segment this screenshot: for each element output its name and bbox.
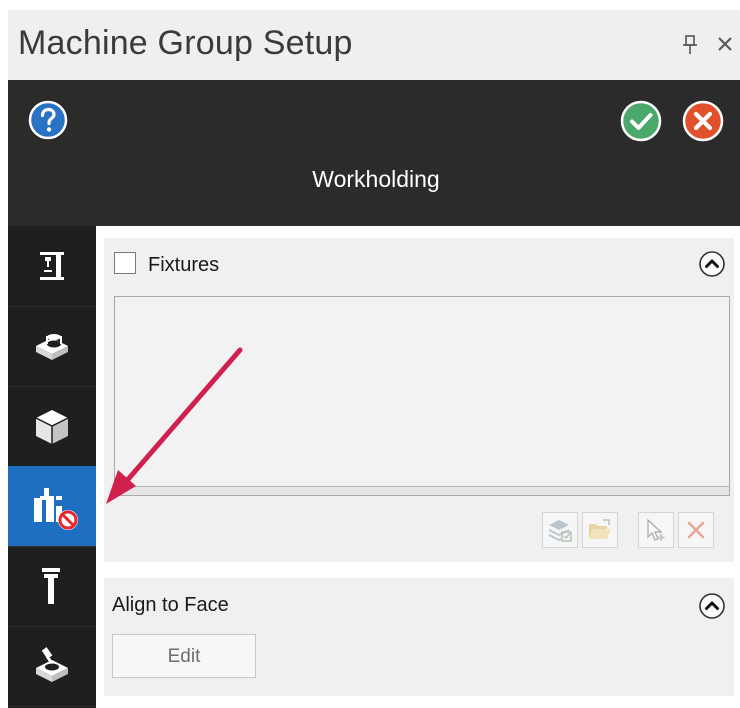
stock-model-icon <box>36 647 68 682</box>
fixtures-checkbox[interactable] <box>114 252 136 274</box>
open-folder-icon <box>589 519 611 539</box>
fixtures-list[interactable] <box>114 296 730 496</box>
sidebar-item-machine[interactable] <box>8 226 96 307</box>
help-button[interactable] <box>28 100 68 140</box>
question-circle-icon <box>28 100 68 140</box>
content-area: Fixtures Align to Face Edit <box>96 226 740 708</box>
part-cube-icon <box>35 410 69 444</box>
sidebar <box>8 226 96 708</box>
ok-button[interactable] <box>620 100 662 142</box>
sidebar-item-stock-model[interactable] <box>8 626 96 707</box>
edit-button[interactable]: Edit <box>112 634 256 678</box>
add-fixture-button[interactable] <box>542 512 578 548</box>
select-fixture-button[interactable] <box>638 512 674 548</box>
panel-header: Workholding <box>8 80 740 226</box>
chevron-up-icon <box>699 251 725 277</box>
fixtures-label: Fixtures <box>148 254 220 276</box>
cancel-button[interactable] <box>682 100 724 142</box>
sidebar-item-stock[interactable] <box>8 306 96 387</box>
sidebar-item-workholding[interactable] <box>8 466 96 547</box>
page-title: Workholding <box>312 166 440 192</box>
add-layers-icon <box>548 520 572 542</box>
select-cursor-icon <box>647 518 665 541</box>
delete-x-icon <box>687 521 705 539</box>
close-icon[interactable] <box>716 35 734 53</box>
align-to-face-group: Align to Face Edit <box>104 578 734 696</box>
check-circle-icon <box>620 100 662 142</box>
chevron-up-icon <box>699 593 725 619</box>
open-fixture-button[interactable] <box>582 512 618 548</box>
machine-icon <box>40 252 64 280</box>
fixtures-group: Fixtures <box>104 238 734 562</box>
pin-icon[interactable] <box>682 34 698 56</box>
x-circle-icon <box>682 100 724 142</box>
stock-icon <box>36 334 68 360</box>
align-to-face-label: Align to Face <box>112 594 229 616</box>
window-title: Machine Group Setup <box>18 24 353 62</box>
sidebar-item-tool[interactable] <box>8 546 96 627</box>
workholding-disabled-icon <box>34 488 78 530</box>
sidebar-item-part[interactable] <box>8 386 96 467</box>
fixtures-collapse-button[interactable] <box>698 250 726 278</box>
horizontal-scrollbar[interactable] <box>115 486 729 495</box>
align-collapse-button[interactable] <box>698 592 726 620</box>
tool-icon <box>42 568 60 604</box>
delete-fixture-button[interactable] <box>678 512 714 548</box>
title-bar: Machine Group Setup <box>8 10 740 80</box>
